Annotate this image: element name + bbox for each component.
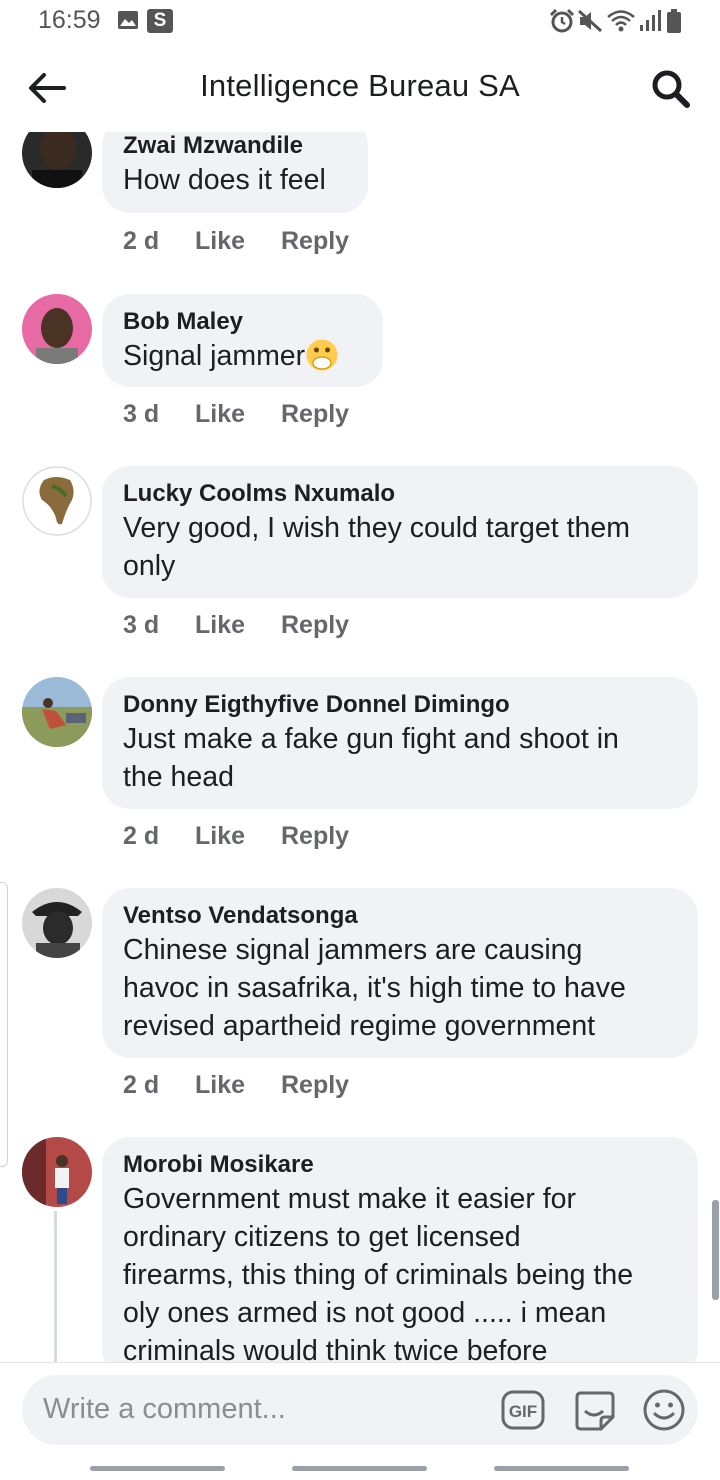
nav-home-button[interactable] — [292, 1466, 427, 1471]
avatar[interactable] — [22, 132, 92, 188]
comment-bubble: Donny Eigthyfive Donnel Dimingo Just mak… — [102, 677, 698, 809]
comment-text-line: the head — [123, 761, 234, 793]
comment-text-line: Very good, I wish they could target them — [123, 512, 630, 544]
gif-icon[interactable]: GIF — [501, 1390, 545, 1430]
comment-input-placeholder: Write a comment... — [43, 1393, 286, 1425]
comment-time: 2 d — [123, 227, 160, 255]
status-time: 16:59 — [38, 6, 101, 34]
comment-author[interactable]: Donny Eigthyfive Donnel Dimingo — [123, 690, 676, 720]
scroll-rail — [0, 882, 8, 1167]
gif-label: GIF — [509, 1402, 537, 1421]
sticker-icon[interactable] — [571, 1387, 617, 1433]
wifi-icon — [607, 10, 635, 32]
avatar[interactable] — [22, 1137, 92, 1207]
like-button[interactable]: Like — [195, 822, 245, 851]
comment-bubble: Zwai Mzwandile How does it feel — [102, 132, 368, 213]
reply-button[interactable]: Reply — [281, 227, 349, 256]
comments-list: Zwai Mzwandile How does it feel 2 d Like… — [0, 132, 720, 1362]
comment-text-line: firearms, this thing of criminals being … — [123, 1259, 634, 1291]
mute-icon — [577, 9, 603, 33]
comment-time: 2 d — [123, 822, 160, 850]
app-header: Intelligence Bureau SA — [0, 44, 720, 132]
comment-time: 3 d — [123, 400, 160, 428]
nav-back-button[interactable] — [494, 1466, 629, 1471]
comment-text-line: ordinary citizens to get licensed — [123, 1221, 521, 1253]
comment-input[interactable]: Write a comment... GIF — [22, 1375, 698, 1445]
comment-text: How does it feel — [123, 164, 326, 196]
page-title: Intelligence Bureau SA — [200, 68, 520, 103]
emoji-icon[interactable] — [642, 1388, 686, 1432]
comment-author[interactable]: Lucky Coolms Nxumalo — [123, 479, 676, 509]
comment-text-line: criminals would think twice before — [123, 1335, 548, 1362]
reply-button[interactable]: Reply — [281, 1071, 349, 1100]
like-button[interactable]: Like — [195, 227, 245, 256]
battery-icon — [667, 9, 681, 33]
comment-composer: Write a comment... GIF — [0, 1362, 720, 1458]
avatar[interactable] — [22, 888, 92, 958]
scrollbar-thumb[interactable] — [712, 1200, 719, 1300]
comment-author[interactable]: Zwai Mzwandile — [123, 132, 346, 161]
avatar[interactable] — [22, 466, 92, 536]
like-button[interactable]: Like — [195, 611, 245, 640]
face-with-hand-over-mouth-emoji-icon — [306, 339, 338, 371]
reply-button[interactable]: Reply — [281, 822, 349, 851]
reply-button[interactable]: Reply — [281, 611, 349, 640]
comment-author[interactable]: Ventso Vendatsonga — [123, 901, 676, 931]
comment-bubble: Lucky Coolms Nxumalo Very good, I wish t… — [102, 466, 698, 598]
reply-thread-line — [54, 1211, 57, 1362]
nav-recents-button[interactable] — [90, 1466, 225, 1471]
avatar[interactable] — [22, 677, 92, 747]
reply-button[interactable]: Reply — [281, 400, 349, 429]
comment-bubble: Bob Maley Signal jammer — [102, 294, 383, 387]
comment-text-line: revised apartheid regime government — [123, 1010, 596, 1042]
comment-time: 2 d — [123, 1071, 160, 1099]
comment-author[interactable]: Morobi Mosikare — [123, 1150, 676, 1180]
signal-icon — [640, 10, 661, 31]
like-button[interactable]: Like — [195, 400, 245, 429]
comment-author[interactable]: Bob Maley — [123, 307, 361, 337]
search-icon[interactable] — [650, 68, 692, 110]
status-bar: 16:59 S — [0, 0, 720, 44]
comment-time: 3 d — [123, 611, 160, 639]
comment-bubble: Morobi Mosikare Government must make it … — [102, 1137, 698, 1362]
comment-text-line: havoc in sasafrika, it's high time to ha… — [123, 972, 626, 1004]
alarm-icon — [549, 8, 575, 33]
comment-text-line: only — [123, 550, 176, 582]
s-badge-icon: S — [147, 9, 173, 33]
system-nav-bar — [0, 1458, 720, 1480]
comment-text-line: Just make a fake gun fight and shoot in — [123, 723, 619, 755]
avatar[interactable] — [22, 294, 92, 364]
comment-text-line: Chinese signal jammers are causing — [123, 934, 583, 966]
comment-text-line: oly ones armed is not good ..... i mean — [123, 1297, 607, 1329]
image-icon — [118, 11, 138, 29]
comment-bubble: Ventso Vendatsonga Chinese signal jammer… — [102, 888, 698, 1058]
like-button[interactable]: Like — [195, 1071, 245, 1100]
comment-text-line: Government must make it easier for — [123, 1183, 576, 1215]
comment-text: Signal jammer — [123, 337, 361, 375]
